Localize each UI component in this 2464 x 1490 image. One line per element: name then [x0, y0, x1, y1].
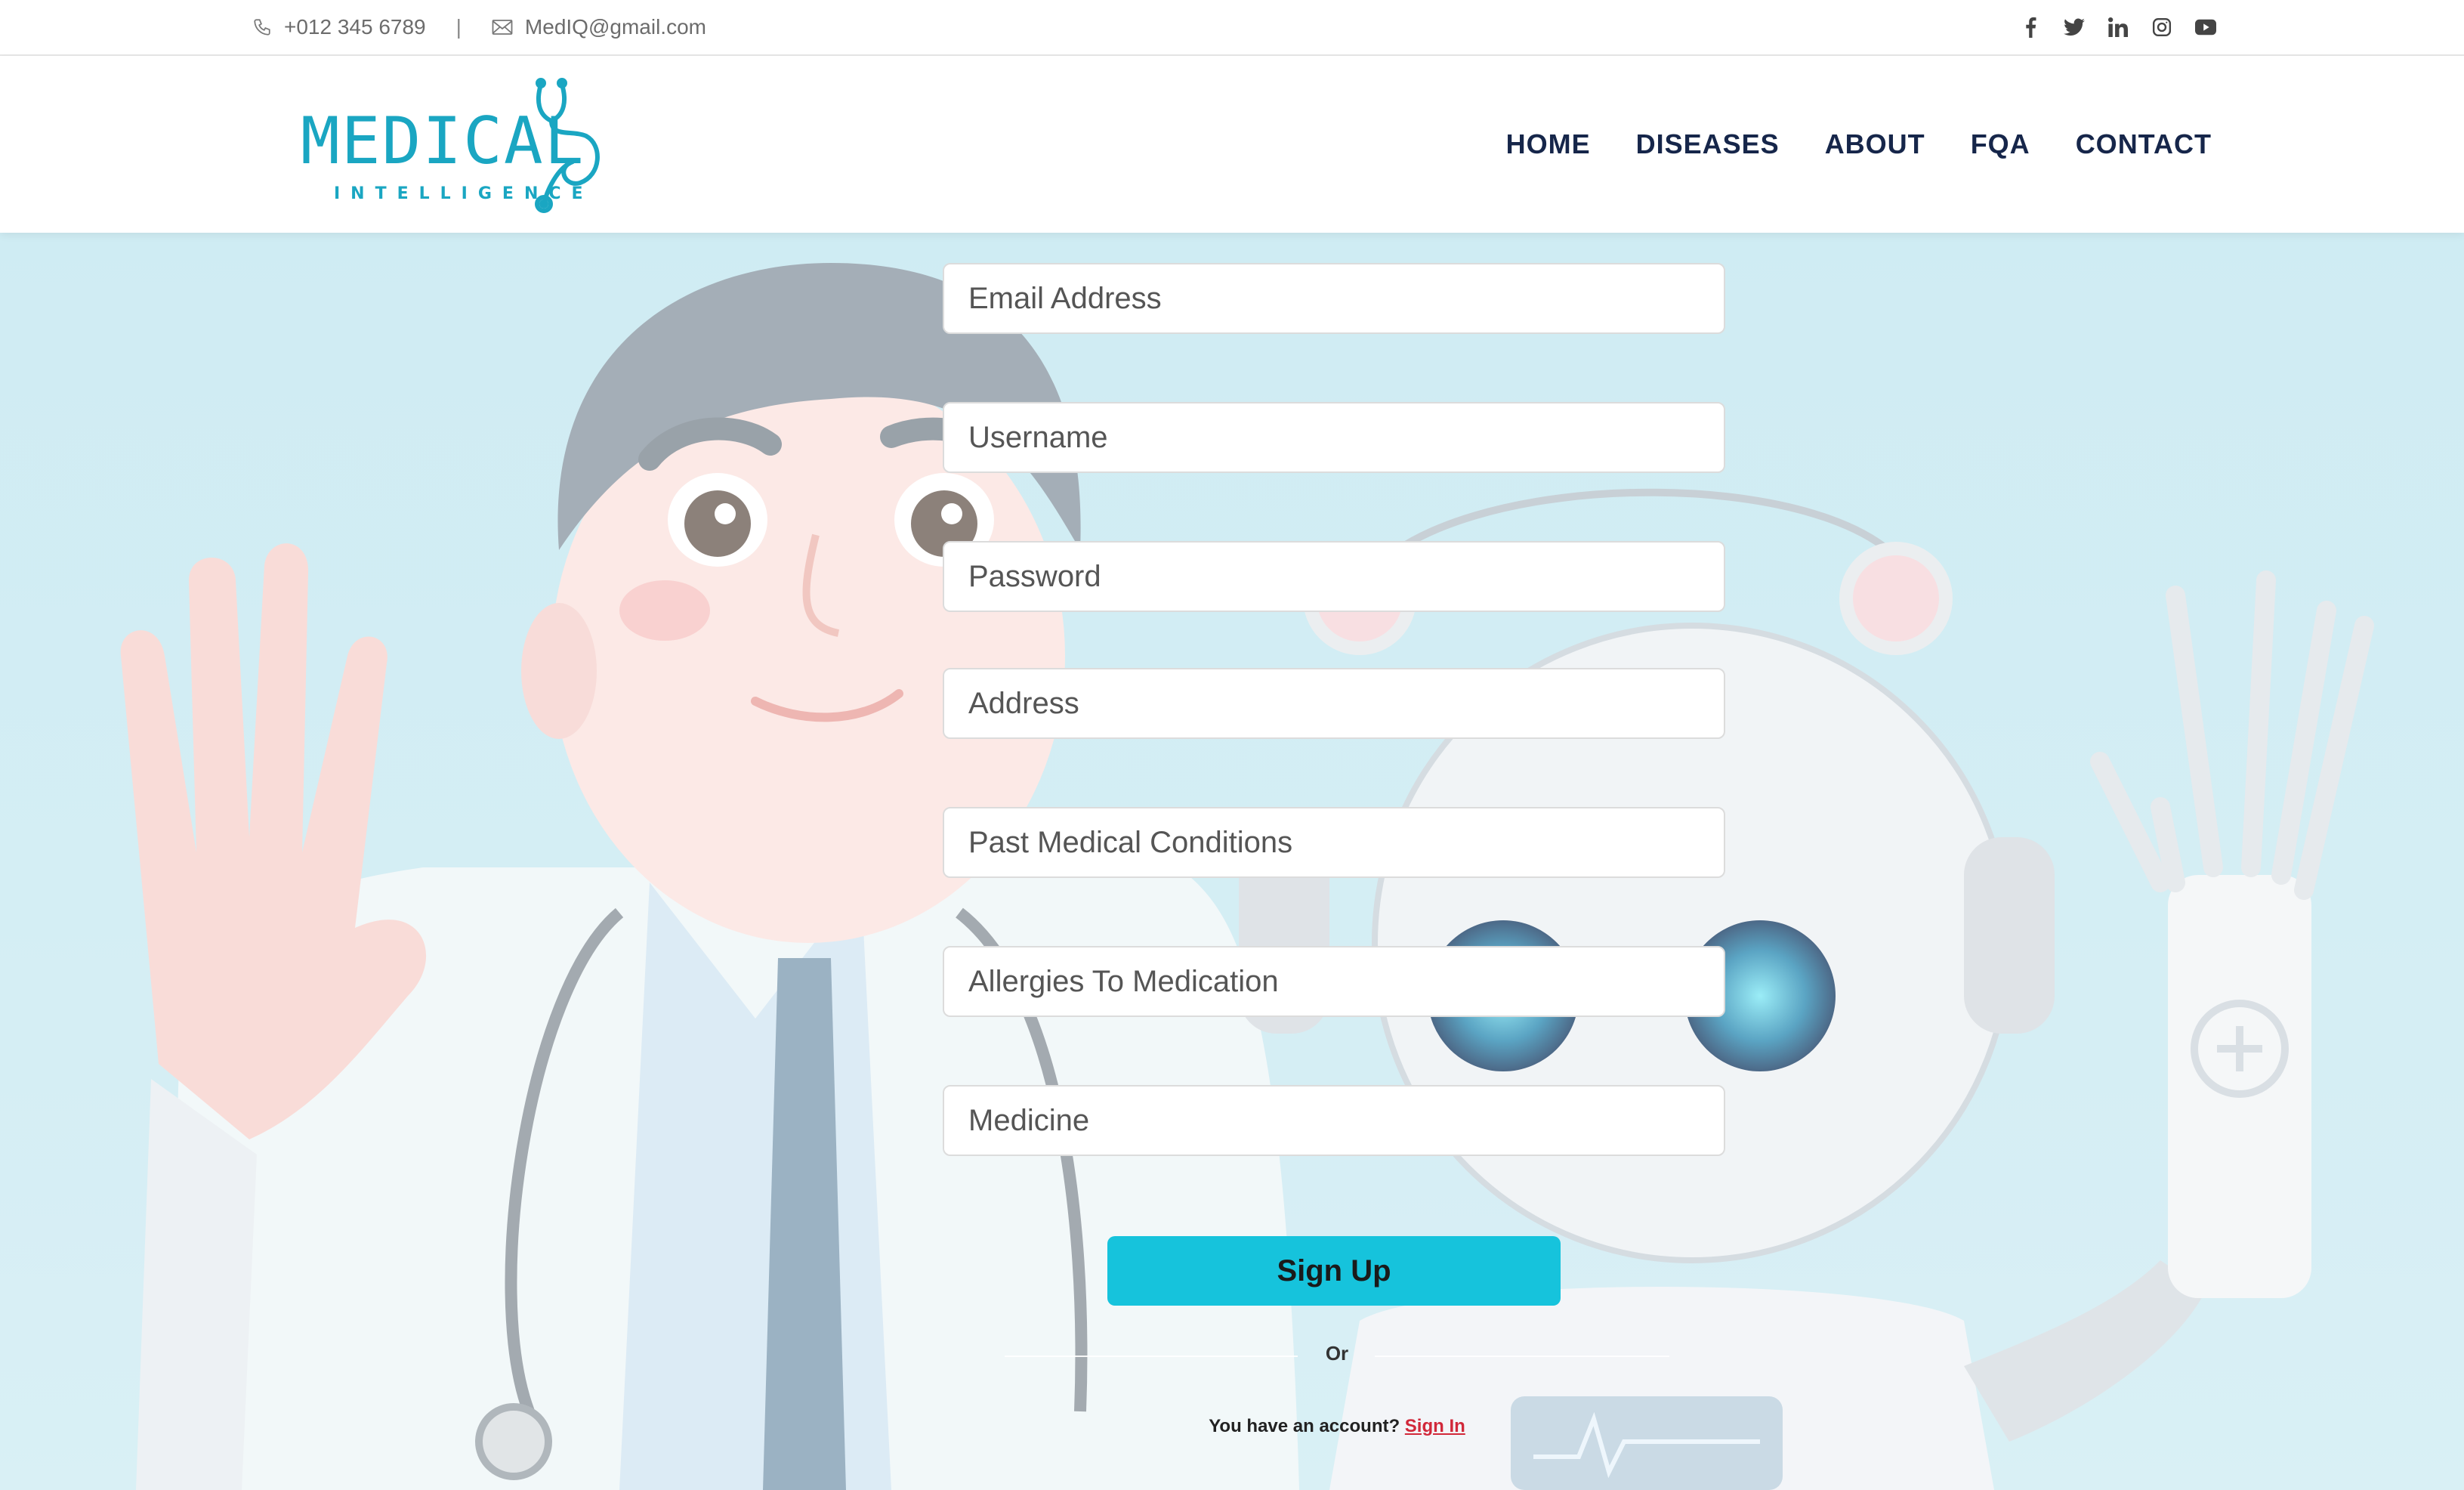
phone-number: +012 345 6789	[284, 15, 426, 39]
email-address: MedIQ@gmail.com	[524, 15, 706, 39]
medicine-field[interactable]	[943, 1085, 1725, 1156]
phone-icon	[252, 17, 272, 37]
or-text: Or	[1325, 1342, 1349, 1365]
social-links	[2020, 0, 2216, 54]
nav-contact[interactable]: CONTACT	[2076, 128, 2212, 160]
youtube-icon[interactable]	[2195, 17, 2216, 38]
password-field[interactable]	[943, 541, 1725, 612]
divider-line-right	[1375, 1356, 1669, 1357]
twitter-icon[interactable]	[2064, 17, 2085, 38]
site-header: MEDICAL INTELLIGENCE HOME DISEASES ABOUT…	[0, 56, 2464, 233]
account-prompt-text: You have an account?	[1209, 1416, 1400, 1436]
stethoscope-icon	[535, 78, 600, 213]
account-prompt: You have an account? Sign In	[1005, 1416, 1669, 1437]
nav-about[interactable]: ABOUT	[1825, 128, 1925, 160]
email-field[interactable]	[943, 263, 1725, 334]
medical-intelligence-logo[interactable]: MEDICAL INTELLIGENCE	[301, 77, 606, 213]
contact-separator: |	[455, 15, 462, 39]
nav-home[interactable]: HOME	[1506, 128, 1591, 160]
contact-info: +012 345 6789 | MedIQ@gmail.com	[252, 0, 706, 54]
address-field[interactable]	[943, 668, 1725, 739]
nav-diseases[interactable]: DISEASES	[1636, 128, 1780, 160]
or-divider: Or	[1005, 1342, 1669, 1369]
sign-in-link[interactable]: Sign In	[1405, 1416, 1465, 1436]
instagram-icon[interactable]	[2151, 17, 2172, 38]
past-medical-conditions-field[interactable]	[943, 807, 1725, 878]
top-bar: +012 345 6789 | MedIQ@gmail.com	[0, 0, 2464, 56]
allergies-field[interactable]	[943, 946, 1725, 1017]
facebook-icon[interactable]	[2020, 17, 2041, 38]
main-nav: HOME DISEASES ABOUT FQA CONTACT	[1506, 56, 2212, 233]
divider-line-left	[1005, 1356, 1298, 1357]
nav-fqa[interactable]: FQA	[1971, 128, 2030, 160]
linkedin-icon[interactable]	[2107, 17, 2129, 38]
sign-up-button[interactable]: Sign Up	[1107, 1236, 1561, 1306]
username-field[interactable]	[943, 402, 1725, 473]
email-icon	[492, 19, 513, 36]
